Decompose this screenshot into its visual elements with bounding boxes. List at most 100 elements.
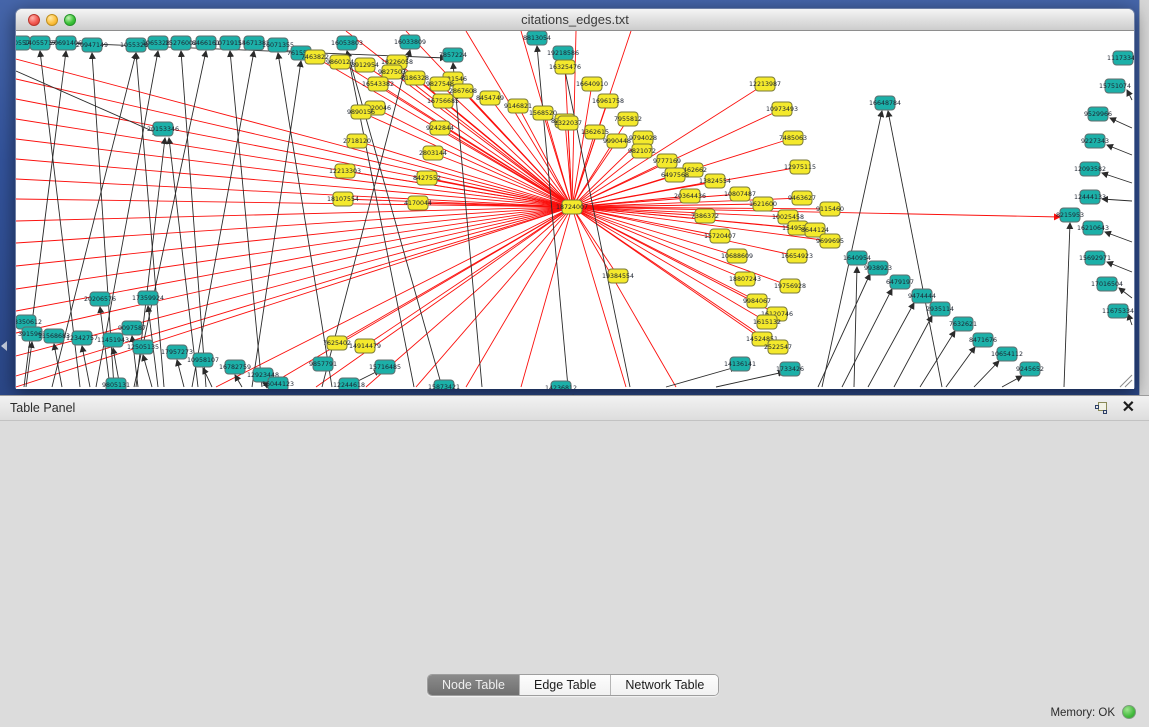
graph-edge bbox=[177, 360, 184, 387]
memory-status-label: Memory: OK bbox=[1050, 707, 1115, 719]
graph-node-label: 8427552 bbox=[413, 175, 441, 182]
minimize-window-icon[interactable] bbox=[46, 14, 58, 26]
graph-node-label: 8215953 bbox=[1056, 212, 1084, 219]
graph-edge bbox=[888, 111, 942, 387]
tab-node-table[interactable]: Node Table bbox=[428, 675, 520, 695]
graph-edge bbox=[134, 51, 206, 387]
graph-node-label: 9242844 bbox=[426, 125, 454, 132]
graph-edge bbox=[16, 71, 159, 134]
graph-node-label: 16756685 bbox=[427, 98, 459, 105]
graph-node-label: 9990448 bbox=[603, 138, 631, 145]
graph-node-label: 2718120 bbox=[343, 138, 371, 145]
graph-node-label: 20947149 bbox=[76, 42, 108, 49]
graph-edge bbox=[365, 207, 572, 346]
graph-node-label: 8471676 bbox=[969, 337, 997, 344]
tab-network-table[interactable]: Network Table bbox=[611, 675, 718, 695]
graph-node-label: 11173342 bbox=[1107, 55, 1134, 62]
graph-edge bbox=[203, 368, 212, 387]
graph-node-label: 16033809 bbox=[394, 39, 426, 46]
graph-edge bbox=[230, 51, 262, 387]
graph-node-label: 1640954 bbox=[843, 255, 871, 262]
graph-edge bbox=[1102, 199, 1132, 201]
graph-node-label: 9463627 bbox=[788, 195, 816, 202]
graph-edge bbox=[1119, 288, 1132, 298]
tab-edge-table[interactable]: Edge Table bbox=[520, 675, 611, 695]
graph-node-label: 16543382 bbox=[362, 81, 394, 88]
graph-node-label: 20364436 bbox=[674, 193, 706, 200]
graph-node-label: 12444133 bbox=[1074, 194, 1106, 201]
graph-node-label: 7625402 bbox=[323, 340, 351, 347]
graph-node-label: 9827548 bbox=[426, 81, 454, 88]
graph-node-label: 9805131 bbox=[102, 382, 130, 389]
graph-edge bbox=[1110, 118, 1132, 128]
graph-node-label: 8813054 bbox=[523, 35, 551, 42]
graph-node-label: 2803144 bbox=[419, 150, 447, 157]
graph-edge bbox=[1127, 90, 1132, 100]
graph-node-label: 15716485 bbox=[369, 364, 401, 371]
graph-node-label: 8644124 bbox=[801, 227, 829, 234]
graph-node-label: 12093582 bbox=[1074, 166, 1106, 173]
graph-node-label: 18807243 bbox=[729, 276, 761, 283]
graph-edge bbox=[946, 347, 975, 387]
network-window[interactable]: citations_edges.txt 54055711405571720691… bbox=[15, 8, 1135, 389]
graph-node-label: 12244618 bbox=[333, 382, 365, 389]
network-window-titlebar[interactable]: citations_edges.txt bbox=[16, 9, 1134, 31]
graph-node-label: 9857791 bbox=[309, 361, 337, 368]
graph-node-label: 1362615 bbox=[581, 129, 609, 136]
graph-svg: 5405571140557172069140620947149105532871… bbox=[16, 31, 1134, 389]
graph-node-label: 16648784 bbox=[869, 100, 901, 107]
graph-node-label: 15751074 bbox=[1099, 83, 1131, 90]
zoom-window-icon[interactable] bbox=[64, 14, 76, 26]
graph-edge bbox=[1064, 223, 1070, 387]
memory-status-icon[interactable] bbox=[1122, 705, 1136, 719]
graph-node-label: 14136141 bbox=[724, 361, 756, 368]
graph-edge bbox=[181, 51, 206, 387]
graph-node-label: 12213987 bbox=[749, 81, 781, 88]
graph-node-label: 18107554 bbox=[327, 196, 359, 203]
float-panel-icon[interactable] bbox=[1095, 402, 1108, 415]
graph-edge bbox=[854, 267, 857, 387]
graph-node-label: 16210643 bbox=[1077, 225, 1109, 232]
graph-node-label: 19756928 bbox=[774, 283, 806, 290]
graph-edge bbox=[16, 207, 572, 333]
graph-node-label: 16053803 bbox=[331, 40, 363, 47]
graph-node-label: 7955812 bbox=[614, 116, 642, 123]
graph-edge bbox=[366, 207, 572, 387]
graph-edge bbox=[16, 207, 572, 266]
graph-node-label: 18350612 bbox=[16, 319, 42, 326]
graph-edge bbox=[357, 141, 572, 207]
graph-node-label: 9860124 bbox=[326, 59, 354, 66]
graph-edge bbox=[1107, 262, 1132, 272]
graph-edge bbox=[974, 361, 999, 387]
graph-node-label: 8912954 bbox=[351, 62, 379, 69]
graph-node-label: 7463822 bbox=[301, 54, 329, 61]
table-panel-header[interactable]: Table Panel ✕ bbox=[0, 395, 1149, 421]
network-window-title: citations_edges.txt bbox=[16, 9, 1134, 31]
graph-node-label: 16782759 bbox=[219, 364, 251, 371]
graph-node-label: 15873421 bbox=[428, 384, 460, 389]
network-canvas[interactable]: 5405571140557172069140620947149105532871… bbox=[16, 31, 1134, 389]
graph-node-label: 2935114 bbox=[926, 306, 954, 313]
graph-edge bbox=[1002, 376, 1022, 387]
graph-edge bbox=[868, 303, 914, 387]
graph-node-label: 2867608 bbox=[449, 88, 477, 95]
graph-node-label: 12505135 bbox=[127, 344, 159, 351]
graph-edge bbox=[192, 51, 254, 387]
graph-node-label: 10688609 bbox=[721, 253, 753, 260]
right-panel-edge bbox=[1139, 0, 1149, 395]
graph-edge bbox=[143, 355, 152, 387]
close-window-icon[interactable] bbox=[28, 14, 40, 26]
graph-node-label: 1322037 bbox=[554, 120, 582, 127]
graph-node-label: 19218586 bbox=[547, 50, 579, 57]
graph-node-label: 12342757 bbox=[66, 335, 98, 342]
graph-node-label: 9529966 bbox=[1084, 111, 1112, 118]
panel-collapse-icon[interactable] bbox=[1, 341, 7, 351]
graph-edge bbox=[252, 61, 301, 387]
graph-edge bbox=[16, 207, 572, 243]
graph-node-label: 9227343 bbox=[1081, 138, 1109, 145]
close-panel-icon[interactable]: ✕ bbox=[1122, 398, 1135, 418]
graph-node-label: 10654112 bbox=[991, 351, 1023, 358]
graph-edge bbox=[337, 207, 572, 343]
graph-edge bbox=[822, 111, 882, 387]
graph-node-label: 15692971 bbox=[1079, 255, 1111, 262]
